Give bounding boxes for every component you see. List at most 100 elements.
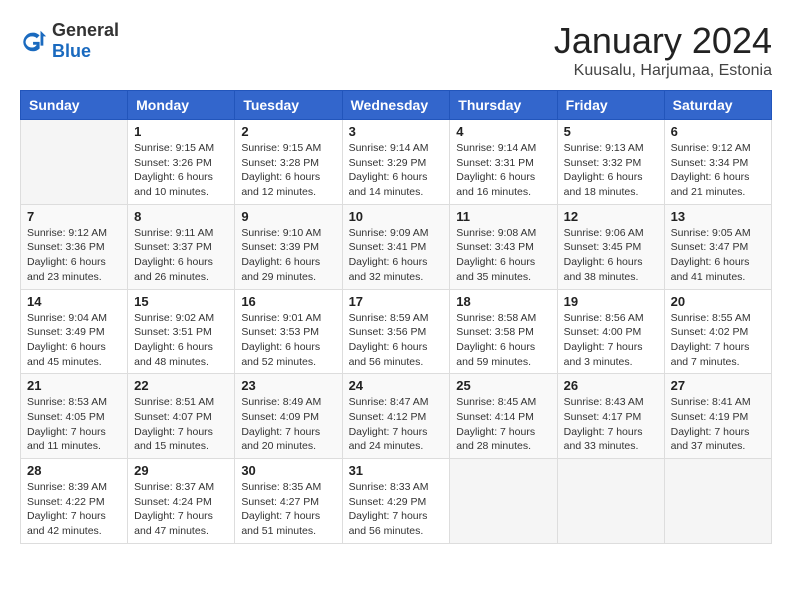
logo-icon	[20, 27, 48, 55]
day-info: Sunrise: 8:39 AMSunset: 4:22 PMDaylight:…	[27, 480, 121, 539]
calendar-cell: 8 Sunrise: 9:11 AMSunset: 3:37 PMDaylight…	[128, 204, 235, 289]
calendar-cell: 20 Sunrise: 8:55 AMSunset: 4:02 PMDayligh…	[664, 289, 771, 374]
day-number: 16	[241, 294, 335, 309]
day-number: 12	[564, 209, 658, 224]
day-number: 29	[134, 463, 228, 478]
calendar-cell: 31Sunrise: 8:33 AMSunset: 4:29 PMDayligh…	[342, 459, 450, 544]
day-info: Sunrise: 9:15 AMSunset: 3:28 PMDaylight:…	[241, 141, 335, 200]
calendar-cell: 10Sunrise: 9:09 AMSunset: 3:41 PMDayligh…	[342, 204, 450, 289]
page-header: General Blue January 2024 Kuusalu, Harju…	[20, 20, 772, 80]
day-info: Sunrise: 8:53 AMSunset: 4:05 PMDaylight:…	[27, 395, 121, 454]
day-number: 1	[134, 124, 228, 139]
calendar-week-row: 7 Sunrise: 9:12 AMSunset: 3:36 PMDaylight…	[21, 204, 772, 289]
day-info: Sunrise: 8:56 AMSunset: 4:00 PMDaylight:…	[564, 311, 658, 370]
calendar-cell: 29 Sunrise: 8:37 AMSunset: 4:24 PMDayligh…	[128, 459, 235, 544]
weekday-header: Friday	[557, 91, 664, 120]
weekday-header: Saturday	[664, 91, 771, 120]
day-info: Sunrise: 8:55 AMSunset: 4:02 PMDaylight:…	[671, 311, 765, 370]
day-info: Sunrise: 8:51 AMSunset: 4:07 PMDaylight:…	[134, 395, 228, 454]
day-info: Sunrise: 9:14 AMSunset: 3:31 PMDaylight:…	[456, 141, 550, 200]
weekday-header: Monday	[128, 91, 235, 120]
day-number: 11	[456, 209, 550, 224]
calendar-cell: 24 Sunrise: 8:47 AMSunset: 4:12 PMDayligh…	[342, 374, 450, 459]
day-info: Sunrise: 9:06 AMSunset: 3:45 PMDaylight:…	[564, 226, 658, 285]
day-number: 28	[27, 463, 121, 478]
day-number: 31	[349, 463, 444, 478]
day-number: 8	[134, 209, 228, 224]
day-info: Sunrise: 9:12 AMSunset: 3:36 PMDaylight:…	[27, 226, 121, 285]
day-number: 22	[134, 378, 228, 393]
calendar-cell: 30 Sunrise: 8:35 AMSunset: 4:27 PMDayligh…	[235, 459, 342, 544]
logo-text: General Blue	[52, 20, 119, 62]
logo-general-text: General	[52, 20, 119, 41]
calendar-cell: 1Sunrise: 9:15 AMSunset: 3:26 PMDaylight…	[128, 120, 235, 205]
month-title: January 2024	[554, 20, 772, 62]
day-number: 9	[241, 209, 335, 224]
day-number: 2	[241, 124, 335, 139]
day-info: Sunrise: 8:35 AMSunset: 4:27 PMDaylight:…	[241, 480, 335, 539]
calendar-week-row: 28 Sunrise: 8:39 AMSunset: 4:22 PMDayligh…	[21, 459, 772, 544]
calendar-cell	[664, 459, 771, 544]
day-number: 6	[671, 124, 765, 139]
day-number: 24	[349, 378, 444, 393]
day-info: Sunrise: 8:49 AMSunset: 4:09 PMDaylight:…	[241, 395, 335, 454]
calendar-cell: 12 Sunrise: 9:06 AMSunset: 3:45 PMDayligh…	[557, 204, 664, 289]
day-info: Sunrise: 8:41 AMSunset: 4:19 PMDaylight:…	[671, 395, 765, 454]
day-info: Sunrise: 8:45 AMSunset: 4:14 PMDaylight:…	[456, 395, 550, 454]
calendar-cell: 21 Sunrise: 8:53 AMSunset: 4:05 PMDayligh…	[21, 374, 128, 459]
day-info: Sunrise: 9:12 AMSunset: 3:34 PMDaylight:…	[671, 141, 765, 200]
day-info: Sunrise: 8:59 AMSunset: 3:56 PMDaylight:…	[349, 311, 444, 370]
day-number: 23	[241, 378, 335, 393]
calendar-cell: 3 Sunrise: 9:14 AMSunset: 3:29 PMDaylight…	[342, 120, 450, 205]
calendar-cell: 14 Sunrise: 9:04 AMSunset: 3:49 PMDayligh…	[21, 289, 128, 374]
calendar-week-row: 1Sunrise: 9:15 AMSunset: 3:26 PMDaylight…	[21, 120, 772, 205]
day-number: 14	[27, 294, 121, 309]
day-info: Sunrise: 9:09 AMSunset: 3:41 PMDaylight:…	[349, 226, 444, 285]
calendar-cell: 9Sunrise: 9:10 AMSunset: 3:39 PMDaylight…	[235, 204, 342, 289]
calendar-cell	[557, 459, 664, 544]
day-info: Sunrise: 9:05 AMSunset: 3:47 PMDaylight:…	[671, 226, 765, 285]
day-number: 30	[241, 463, 335, 478]
day-number: 18	[456, 294, 550, 309]
logo: General Blue	[20, 20, 119, 62]
day-info: Sunrise: 9:01 AMSunset: 3:53 PMDaylight:…	[241, 311, 335, 370]
day-number: 3	[349, 124, 444, 139]
calendar-header-row: SundayMondayTuesdayWednesdayThursdayFrid…	[21, 91, 772, 120]
day-number: 21	[27, 378, 121, 393]
calendar-cell: 27Sunrise: 8:41 AMSunset: 4:19 PMDayligh…	[664, 374, 771, 459]
day-number: 20	[671, 294, 765, 309]
day-info: Sunrise: 9:14 AMSunset: 3:29 PMDaylight:…	[349, 141, 444, 200]
calendar-cell: 16 Sunrise: 9:01 AMSunset: 3:53 PMDayligh…	[235, 289, 342, 374]
logo-blue-text: Blue	[52, 41, 119, 62]
day-number: 19	[564, 294, 658, 309]
day-number: 25	[456, 378, 550, 393]
calendar-cell: 13 Sunrise: 9:05 AMSunset: 3:47 PMDayligh…	[664, 204, 771, 289]
calendar-cell: 11Sunrise: 9:08 AMSunset: 3:43 PMDayligh…	[450, 204, 557, 289]
calendar-cell: 28 Sunrise: 8:39 AMSunset: 4:22 PMDayligh…	[21, 459, 128, 544]
calendar-cell: 19 Sunrise: 8:56 AMSunset: 4:00 PMDayligh…	[557, 289, 664, 374]
day-number: 7	[27, 209, 121, 224]
calendar-week-row: 14 Sunrise: 9:04 AMSunset: 3:49 PMDayligh…	[21, 289, 772, 374]
day-info: Sunrise: 9:11 AMSunset: 3:37 PMDaylight:…	[134, 226, 228, 285]
calendar-cell: 22 Sunrise: 8:51 AMSunset: 4:07 PMDayligh…	[128, 374, 235, 459]
day-number: 13	[671, 209, 765, 224]
day-number: 4	[456, 124, 550, 139]
day-info: Sunrise: 9:04 AMSunset: 3:49 PMDaylight:…	[27, 311, 121, 370]
location: Kuusalu, Harjumaa, Estonia	[554, 62, 772, 80]
calendar-cell: 15Sunrise: 9:02 AMSunset: 3:51 PMDayligh…	[128, 289, 235, 374]
weekday-header: Sunday	[21, 91, 128, 120]
day-info: Sunrise: 8:47 AMSunset: 4:12 PMDaylight:…	[349, 395, 444, 454]
day-number: 15	[134, 294, 228, 309]
day-info: Sunrise: 8:37 AMSunset: 4:24 PMDaylight:…	[134, 480, 228, 539]
calendar-cell: 2 Sunrise: 9:15 AMSunset: 3:28 PMDaylight…	[235, 120, 342, 205]
calendar-cell: 23 Sunrise: 8:49 AMSunset: 4:09 PMDayligh…	[235, 374, 342, 459]
calendar-cell: 17Sunrise: 8:59 AMSunset: 3:56 PMDayligh…	[342, 289, 450, 374]
calendar-cell: 26 Sunrise: 8:43 AMSunset: 4:17 PMDayligh…	[557, 374, 664, 459]
day-number: 26	[564, 378, 658, 393]
day-info: Sunrise: 8:58 AMSunset: 3:58 PMDaylight:…	[456, 311, 550, 370]
calendar-cell	[21, 120, 128, 205]
calendar-cell: 5Sunrise: 9:13 AMSunset: 3:32 PMDaylight…	[557, 120, 664, 205]
calendar-cell: 6 Sunrise: 9:12 AMSunset: 3:34 PMDaylight…	[664, 120, 771, 205]
calendar-cell: 4 Sunrise: 9:14 AMSunset: 3:31 PMDaylight…	[450, 120, 557, 205]
day-info: Sunrise: 8:43 AMSunset: 4:17 PMDaylight:…	[564, 395, 658, 454]
